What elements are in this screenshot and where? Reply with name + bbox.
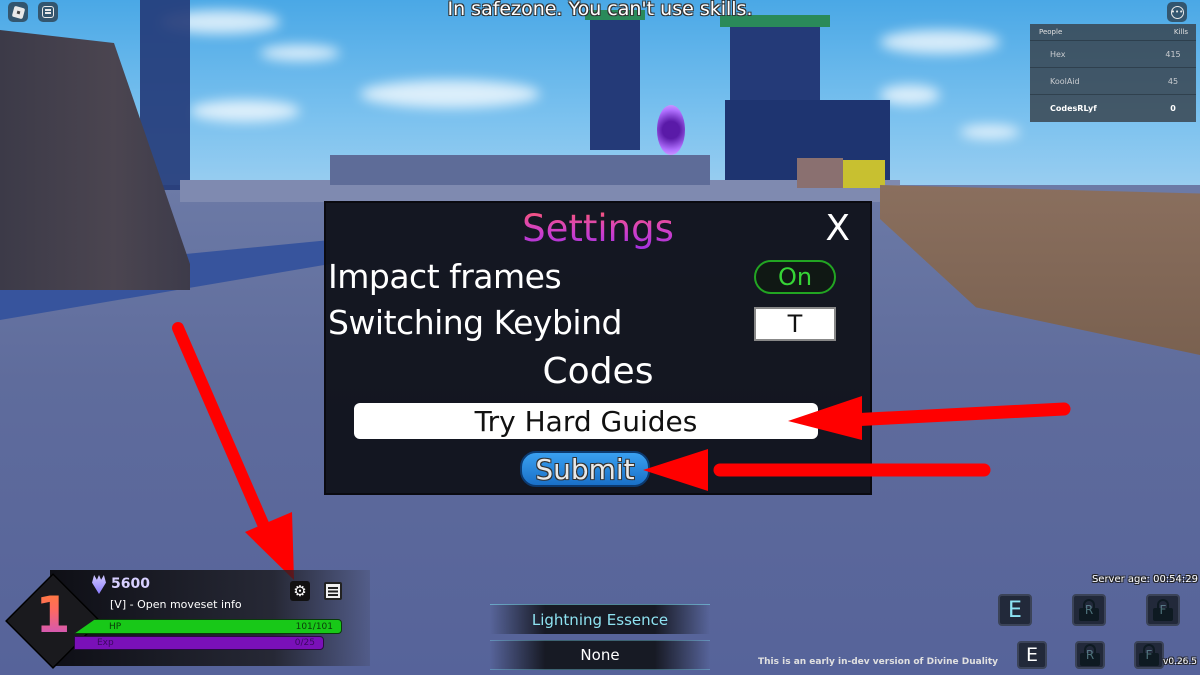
- leaderboard: People Kills Hex 415 KoolAid 45 CodesRLy…: [1030, 24, 1196, 122]
- skill-slot-f-locked[interactable]: F: [1146, 594, 1180, 626]
- server-age: Server age: 00:54:29: [1091, 574, 1198, 585]
- player-name: Hex: [1050, 49, 1066, 59]
- player-kills: 0: [1170, 104, 1176, 113]
- lock-icon: R: [1080, 644, 1100, 666]
- leaderboard-header: People Kills: [1030, 24, 1196, 41]
- settings-panel: Settings X Impact frames On Switching Ke…: [324, 201, 872, 495]
- player-kills: 45: [1167, 76, 1179, 86]
- essence-panel: Lightning Essence None: [490, 604, 710, 670]
- player-name: KoolAid: [1050, 76, 1080, 86]
- impact-frames-toggle[interactable]: On: [754, 260, 836, 294]
- lock-icon: R: [1079, 599, 1099, 621]
- column-people: People: [1039, 28, 1063, 36]
- skill-slot-e[interactable]: E: [998, 594, 1032, 626]
- settings-gear-button[interactable]: ⚙: [290, 581, 310, 601]
- exp-label: Exp: [97, 638, 114, 648]
- cloud: [190, 100, 300, 122]
- gear-icon: ⚙: [293, 582, 307, 600]
- portal: [657, 105, 685, 155]
- platform-step: [330, 155, 710, 185]
- list-icon: [324, 582, 342, 600]
- level-badge: 1: [5, 573, 101, 669]
- version-label: v0.26.5: [1163, 657, 1197, 667]
- skill-slot-e-secondary[interactable]: E: [1017, 641, 1047, 669]
- cloud: [260, 45, 340, 61]
- impact-frames-label: Impact frames: [328, 257, 562, 296]
- exp-bar: Exp 0/25: [74, 636, 324, 650]
- moveset-list-button[interactable]: [323, 581, 343, 601]
- switching-keybind-label: Switching Keybind: [328, 303, 622, 342]
- crate: [797, 158, 843, 188]
- switching-keybind-input[interactable]: T: [754, 307, 836, 341]
- cloud: [360, 80, 540, 108]
- player-hud: 1 5600 [V] - Open moveset info ⚙ HP 101/…: [0, 568, 370, 675]
- skill-slot-r-secondary-locked[interactable]: R: [1075, 641, 1105, 669]
- leaderboard-row[interactable]: Hex 415: [1030, 41, 1196, 68]
- lock-icon: F: [1153, 599, 1173, 621]
- settings-title: Settings: [326, 207, 870, 250]
- skill-slot-f-secondary-locked[interactable]: F: [1134, 641, 1164, 669]
- submit-button[interactable]: Submit: [520, 451, 650, 487]
- player-name: CodesRLyf: [1050, 104, 1097, 113]
- code-input[interactable]: [354, 403, 818, 439]
- column-kills: Kills: [1173, 28, 1188, 36]
- close-button[interactable]: X: [825, 211, 850, 247]
- codes-heading-text: Codes: [542, 351, 654, 392]
- codes-heading: Codes: [326, 351, 870, 392]
- skill-slot-r-locked[interactable]: R: [1072, 594, 1106, 626]
- hp-label: HP: [109, 621, 122, 632]
- cloud: [880, 30, 1000, 54]
- exp-value: 0/25: [294, 638, 315, 648]
- dev-version-note: This is an early in-dev version of Divin…: [758, 657, 999, 667]
- lock-icon: F: [1139, 644, 1159, 666]
- cloud: [960, 125, 1020, 139]
- skill-key-label: E: [1025, 644, 1038, 666]
- leaderboard-row[interactable]: KoolAid 45: [1030, 68, 1196, 95]
- pillar: [590, 20, 640, 150]
- hp-value: 101/101: [295, 621, 333, 632]
- hay-block: [843, 160, 885, 188]
- essence-value: None: [490, 640, 710, 670]
- essence-name: Lightning Essence: [490, 604, 710, 634]
- skill-key-label: E: [1008, 597, 1022, 623]
- hp-bar: HP 101/101: [74, 619, 342, 634]
- moveset-hint: [V] - Open moveset info: [110, 598, 242, 611]
- player-kills: 415: [1165, 49, 1181, 59]
- safezone-status-message: In safezone. You can't use skills.: [447, 0, 753, 20]
- currency-amount: 5600: [111, 576, 150, 592]
- leaderboard-row-local-player[interactable]: CodesRLyf 0: [1030, 95, 1196, 122]
